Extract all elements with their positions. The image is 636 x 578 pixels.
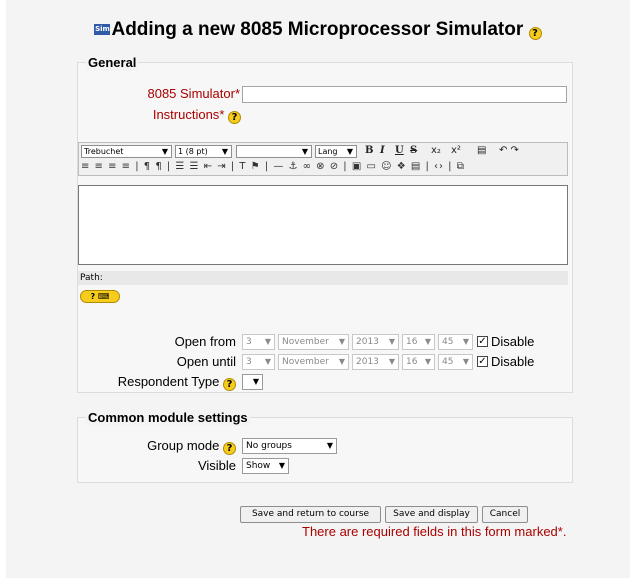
help-icon[interactable]: ? [528,27,542,40]
font-size-select[interactable]: 1 (8 pt) ▼ [175,145,232,158]
underline-button[interactable]: U [395,145,404,157]
font-family-select[interactable]: Trebuchet ▼ [81,145,172,158]
group-mode-value: No groups [246,441,292,451]
chevron-down-icon: ▼ [264,337,271,346]
chevron-down-icon: ▼ [462,357,469,366]
chevron-down-icon: ▼ [388,337,395,346]
font-size-value: 1 (8 pt) [178,147,208,156]
group-mode-select[interactable]: No groups ▼ [242,438,337,454]
open-from-hour: 16 ▼ [402,334,435,350]
chevron-down-icon: ▼ [346,147,353,156]
open-from-disable-checkbox[interactable]: ✓ [477,336,488,347]
chevron-down-icon: ▼ [424,337,431,346]
open-until-day: 3 ▼ [242,354,275,370]
language-value: Lang [318,147,338,156]
open-until-disable-label: Disable [491,354,535,369]
page-title: SimAdding a new 8085 Microprocessor Simu… [6,18,630,42]
chevron-down-icon: ▼ [338,357,345,366]
toolbar-row-2: ≡ ≡ ≡ ≡ | ¶ ¶ | ☰ ☰ ⇤ ⇥ | T ⚑ | — ⚓ ∞ ⊗ … [79,159,567,175]
open-until-month: November ▼ [278,354,349,370]
chevron-down-icon: ▼ [264,357,271,366]
respondent-type-label: Respondent Type ? [76,374,236,391]
simulator-name-label-text: 8085 Simulator [147,86,235,101]
language-select[interactable]: Lang ▼ [315,145,357,158]
clean-word-icon[interactable]: ▤ [477,145,486,157]
group-mode-help-icon[interactable]: ? [223,442,236,455]
required-fields-note: There are required fields in this form m… [302,524,567,539]
visible-value: Show [246,461,271,471]
respondent-type-select[interactable]: ▼ [242,374,263,390]
open-from-month: November ▼ [278,334,349,350]
open-from-minute-value: 45 [442,337,454,347]
open-from-minute: 45 ▼ [438,334,473,350]
open-from-year: 2013 ▼ [352,334,399,350]
open-until-label: Open until [176,354,236,369]
open-until-hour: 16 ▼ [402,354,435,370]
open-until-year: 2013 ▼ [352,354,399,370]
html-editor-toolbar: Trebuchet ▼ 1 (8 pt) ▼ ▼ Lang ▼ B I U S x₂ … [78,142,568,176]
group-mode-label: Group mode ? [106,438,236,455]
required-mark: * [234,86,240,101]
chevron-down-icon: ▼ [161,147,168,156]
visible-select[interactable]: Show ▼ [242,458,289,474]
instructions-label: Instructions* ? [106,107,241,124]
instructions-help-icon[interactable]: ? [228,111,241,124]
group-mode-label-text: Group mode [147,438,220,453]
chevron-down-icon: ▼ [252,377,259,386]
open-from-day-value: 3 [246,337,252,347]
chevron-down-icon: ▼ [424,357,431,366]
simulator-module-icon: Sim [94,24,111,35]
simulator-name-input[interactable] [242,86,567,103]
chevron-down-icon: ▼ [338,337,345,346]
italic-button[interactable]: I [380,145,385,157]
bold-button[interactable]: B [365,145,373,157]
instructions-label-text: Instructions [152,107,220,122]
subscript-button[interactable]: x₂ [431,145,441,157]
page: SimAdding a new 8085 Microprocessor Simu… [6,0,630,578]
toolbar-row-2-icons[interactable]: ≡ ≡ ≡ ≡ | ¶ ¶ | ☰ ☰ ⇤ ⇥ | T ⚑ | — ⚓ ∞ ⊗ … [81,161,465,173]
toolbar-row-1: Trebuchet ▼ 1 (8 pt) ▼ ▼ Lang ▼ B I U S x₂ … [79,143,567,159]
style-select[interactable]: ▼ [236,145,312,158]
open-from-year-value: 2013 [356,337,379,347]
chevron-down-icon: ▼ [221,147,228,156]
undo-redo-buttons[interactable]: ↶ ↷ [499,145,519,157]
visible-label: Visible [197,458,236,473]
open-from-hour-value: 16 [406,337,418,347]
superscript-button[interactable]: x² [451,145,461,157]
keyboard-help-icon[interactable]: ? ⌨ [80,290,120,303]
instructions-textarea[interactable] [78,185,568,265]
save-and-display-button[interactable]: Save and display [385,506,478,523]
open-until-hour-value: 16 [406,357,418,367]
cancel-button[interactable]: Cancel [482,506,528,523]
font-family-value: Trebuchet [84,147,124,156]
open-until-month-value: November [282,357,329,367]
open-until-day-value: 3 [246,357,252,367]
strikethrough-button[interactable]: S [410,145,417,157]
simulator-name-label: 8085 Simulator* [106,86,240,102]
open-until-minute-value: 45 [442,357,454,367]
open-from-disable-label: Disable [491,334,535,349]
common-module-settings-legend: Common module settings [86,410,250,426]
open-until-year-value: 2013 [356,357,379,367]
open-until-minute: 45 ▼ [438,354,473,370]
general-legend: General [86,55,139,71]
chevron-down-icon: ▼ [326,441,333,450]
open-until-disable-checkbox[interactable]: ✓ [477,356,488,367]
editor-path-bar: Path: [78,271,568,285]
chevron-down-icon: ▼ [278,461,285,470]
chevron-down-icon: ▼ [462,337,469,346]
respondent-type-label-text: Respondent Type [117,374,220,389]
page-title-text: Adding a new 8085 Microprocessor Simulat… [111,19,524,40]
open-from-day: 3 ▼ [242,334,275,350]
respondent-type-help-icon[interactable]: ? [223,378,236,391]
save-and-return-button[interactable]: Save and return to course [240,506,381,523]
open-from-label: Open from [174,334,236,349]
chevron-down-icon: ▼ [388,357,395,366]
open-from-month-value: November [282,337,329,347]
required-mark: * [219,107,225,122]
chevron-down-icon: ▼ [301,147,308,156]
